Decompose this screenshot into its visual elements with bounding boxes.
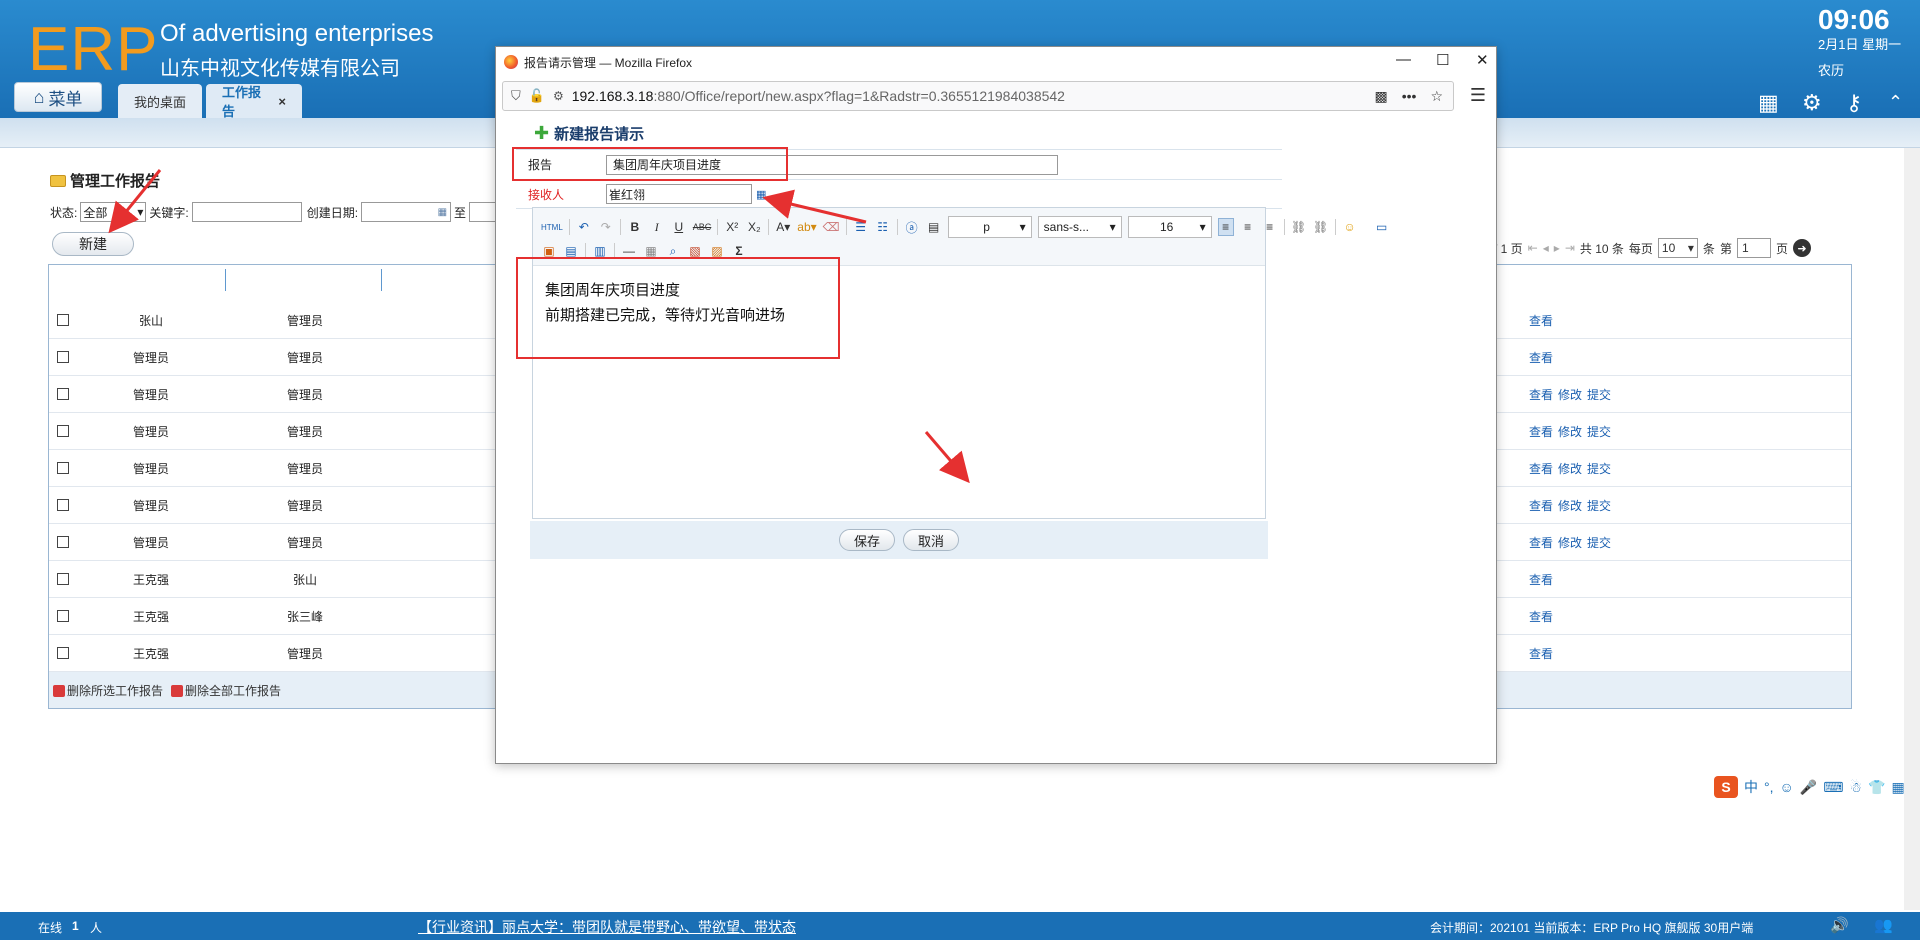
ime-mode[interactable]: 中 [1744,777,1758,797]
news-ticker-link[interactable]: 【行业资讯】丽点大学：带团队就是带野心、带欲望、带状态 [418,917,796,937]
keyboard-icon[interactable]: ⌨ [1823,779,1843,796]
user-icon[interactable]: ☃ [1849,779,1862,796]
microphone-icon[interactable]: 🎤 [1800,779,1817,796]
sogou-logo[interactable]: S [1714,776,1738,798]
annotation-arrow-save [924,431,970,484]
users-icon[interactable]: 👥 [1874,916,1893,934]
skin-icon[interactable]: 👕 [1868,779,1885,796]
status-bar: 在线 1 人 【行业资讯】丽点大学：带团队就是带野心、带欲望、带状态 会计期间：… [0,912,1920,940]
online-unit: 人 [90,921,103,935]
annotation-arrow-receiver [762,189,867,224]
emoji-icon[interactable]: ☺ [1780,779,1794,795]
speaker-icon[interactable]: 🔊 [1830,916,1849,934]
punctuation-icon[interactable]: °, [1764,779,1774,795]
online-label: 在线 [38,921,63,935]
ime-toolbar: S 中 °, ☺ 🎤 ⌨ ☃ 👕 ▦ [1714,776,1905,798]
annotation-arrow-new [108,169,162,234]
annotation-arrows [108,169,970,484]
grid-icon[interactable]: ▦ [1891,779,1904,796]
online-count: 1 [72,919,79,933]
version-info: 会计期间：202101 当前版本：ERP Pro HQ 旗舰版 30用户端 [1430,921,1754,935]
page-scrollbar[interactable] [1904,148,1920,910]
